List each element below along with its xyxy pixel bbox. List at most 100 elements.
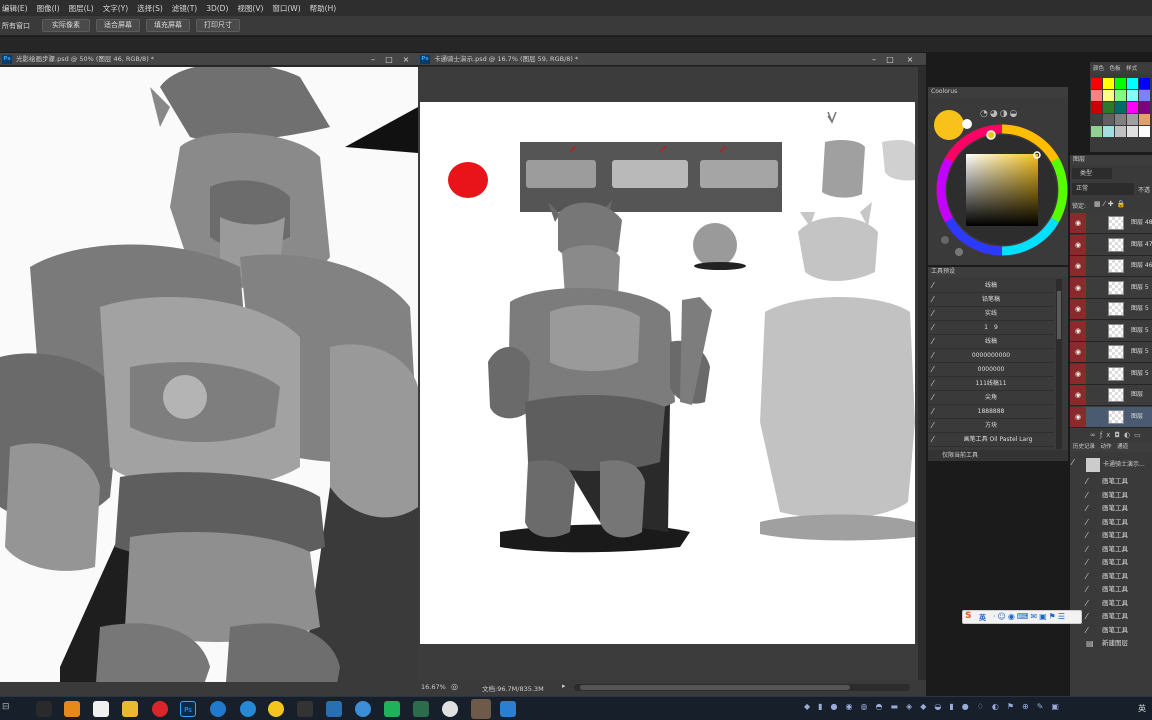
document-1-canvas[interactable]: [0, 67, 418, 696]
menu-filter[interactable]: 滤镜(T): [172, 3, 197, 14]
visibility-eye-icon[interactable]: ◉: [1070, 320, 1086, 341]
taskbar-app-icon[interactable]: [36, 701, 52, 717]
preset-item[interactable]: ⁄ 线稿: [928, 335, 1054, 349]
visibility-eye-icon[interactable]: ◉: [1070, 256, 1086, 276]
history-item[interactable]: ⁄ 画笔工具: [1070, 475, 1152, 489]
history-item[interactable]: ⁄ 画笔工具: [1070, 570, 1152, 584]
close-icon[interactable]: ×: [400, 53, 412, 65]
preset-item[interactable]: ⁄ 尖角: [928, 391, 1054, 405]
ime-indicator[interactable]: 英: [1138, 703, 1146, 714]
document-1-titlebar[interactable]: Ps 光影绘画步骤.psd @ 50% (图层 46, RGB/8) * – □…: [0, 53, 418, 66]
sogou-icon[interactable]: S: [965, 611, 971, 621]
color-mode-icons[interactable]: ◔◕◑◒: [980, 109, 1019, 119]
history-tabs[interactable]: 历史记录 动作 通道: [1070, 442, 1152, 452]
taskbar-app-icon[interactable]: [326, 701, 342, 717]
start-icon[interactable]: ⊟: [2, 702, 10, 712]
maximize-icon[interactable]: □: [884, 53, 896, 65]
vertical-scrollbar[interactable]: [918, 67, 926, 680]
system-tray-icons[interactable]: ◆▮●◉◍◓▬◈◆◒▮●♢◐⚑⊕✎▣: [804, 702, 1067, 711]
menu-select[interactable]: 选择(S): [137, 3, 163, 14]
info-icon[interactable]: ◎: [451, 682, 458, 691]
scrollbar-thumb[interactable]: [580, 685, 850, 690]
layer-kind-filter[interactable]: 类型: [1072, 168, 1112, 179]
menu-help[interactable]: 帮助(H): [310, 3, 337, 14]
layer-footer-icons[interactable]: ∞ƒx◘◐▭: [1090, 431, 1145, 439]
layer-row[interactable]: ◉ 图层 5: [1070, 299, 1152, 320]
visibility-eye-icon[interactable]: ◉: [1070, 342, 1086, 362]
taskbar-app-icon[interactable]: [297, 701, 313, 717]
scrollbar-thumb[interactable]: [1057, 291, 1061, 339]
all-windows-label[interactable]: 所有窗口: [2, 21, 30, 31]
minimize-icon[interactable]: –: [868, 53, 880, 65]
preset-item[interactable]: ⁄ 实线: [928, 307, 1054, 321]
taskbar-app-icon[interactable]: [384, 701, 400, 717]
preset-item[interactable]: ⁄ 线稿: [928, 279, 1054, 293]
swatch-grid[interactable]: [1091, 78, 1151, 148]
history-item[interactable]: ⁄ 画笔工具: [1070, 502, 1152, 516]
file-icon[interactable]: [93, 701, 109, 717]
menu-type[interactable]: 文字(Y): [103, 3, 128, 14]
zoom-level[interactable]: 16.67%: [421, 683, 446, 691]
taskbar-app-icon[interactable]: [413, 701, 429, 717]
fill-screen-button[interactable]: 填充屏幕: [146, 19, 190, 32]
layer-row[interactable]: ◉ 图层 5: [1070, 320, 1152, 342]
taskbar-app-icon[interactable]: [500, 701, 516, 717]
status-menu-icon[interactable]: ▸: [562, 682, 566, 690]
current-color-swatch[interactable]: [934, 110, 964, 140]
fit-screen-button[interactable]: 适合屏幕: [96, 19, 140, 32]
menu-image[interactable]: 图像(I): [37, 3, 60, 14]
blend-mode-select[interactable]: 正常: [1072, 183, 1134, 195]
layer-row[interactable]: ◉ 图层 47: [1070, 234, 1152, 256]
taskbar-app-icon[interactable]: [442, 701, 458, 717]
close-icon[interactable]: ×: [904, 53, 916, 65]
layer-row[interactable]: ◉ 图层 5: [1070, 277, 1152, 299]
history-item[interactable]: ⁄ 画笔工具: [1070, 543, 1152, 557]
ime-tool-icons[interactable]: ·☺◉⌨✉▣⚑☰: [993, 612, 1067, 621]
current-tool-only[interactable]: 仅限当前工具: [928, 450, 1068, 461]
visibility-eye-icon[interactable]: ◉: [1070, 299, 1086, 319]
folder-icon[interactable]: [122, 701, 138, 717]
taskbar-app-icon[interactable]: [240, 701, 256, 717]
visibility-eye-icon[interactable]: ◉: [1070, 363, 1086, 384]
secondary-color-swatch[interactable]: [962, 119, 972, 129]
document-2-canvas[interactable]: [420, 102, 915, 644]
visibility-eye-icon[interactable]: ◉: [1070, 406, 1086, 427]
history-item[interactable]: ⁄ 画笔工具: [1070, 597, 1152, 611]
layer-row[interactable]: ◉ 图层: [1070, 385, 1152, 406]
visibility-eye-icon[interactable]: ◉: [1070, 385, 1086, 405]
preset-item[interactable]: ⁄ 0000000: [928, 363, 1054, 377]
visibility-eye-icon[interactable]: ◉: [1070, 213, 1086, 233]
horizontal-scrollbar[interactable]: [574, 684, 910, 691]
taskbar-app-icon[interactable]: [355, 701, 371, 717]
history-item[interactable]: ▤ 新建图层: [1070, 637, 1152, 651]
menu-3d[interactable]: 3D(D): [206, 4, 228, 13]
taskbar-app-icon[interactable]: [210, 701, 226, 717]
layer-row-selected[interactable]: ◉ 图层: [1070, 406, 1152, 428]
maximize-icon[interactable]: □: [383, 53, 395, 65]
preset-item[interactable]: ⁄ 1 9: [928, 321, 1054, 335]
history-item[interactable]: ⁄ 画笔工具: [1070, 610, 1152, 624]
layer-row[interactable]: ◉ 图层 5: [1070, 342, 1152, 363]
history-item[interactable]: ⁄ 画笔工具: [1070, 489, 1152, 503]
layer-row[interactable]: ◉ 图层 48: [1070, 213, 1152, 234]
print-size-button[interactable]: 打印尺寸: [196, 19, 240, 32]
history-item[interactable]: ⁄ 画笔工具: [1070, 556, 1152, 570]
preset-item[interactable]: ⁄ 铅笔稿: [928, 293, 1054, 307]
preset-item[interactable]: ⁄ 画笔工具 Oil Pastel Larg: [928, 433, 1054, 447]
layer-row[interactable]: ◉ 图层 5: [1070, 363, 1152, 385]
swatches-tabs[interactable]: 颜色 色板 样式: [1090, 64, 1152, 74]
photoshop-icon[interactable]: Ps: [180, 701, 196, 717]
ime-toolbar[interactable]: S 英 ·☺◉⌨✉▣⚑☰: [962, 610, 1082, 624]
layer-row[interactable]: ◉ 图层 46: [1070, 256, 1152, 277]
chrome-icon[interactable]: [268, 701, 284, 717]
menu-edit[interactable]: 编辑(E): [2, 3, 28, 14]
document-2-titlebar[interactable]: Ps 卡通骑士演示.psd @ 16.7% (图层 59, RGB/8) * –…: [418, 53, 926, 66]
preset-item[interactable]: ⁄ 方块: [928, 419, 1054, 433]
history-item[interactable]: ⁄ 画笔工具: [1070, 583, 1152, 597]
history-item[interactable]: ⁄ 画笔工具: [1070, 516, 1152, 530]
menu-layer[interactable]: 图层(L): [69, 3, 94, 14]
taskbar-app-active-icon[interactable]: [471, 699, 491, 719]
preset-item[interactable]: ⁄ 111线稿11: [928, 377, 1054, 391]
history-item[interactable]: ⁄ 画笔工具: [1070, 529, 1152, 543]
menu-window[interactable]: 窗口(W): [272, 3, 300, 14]
